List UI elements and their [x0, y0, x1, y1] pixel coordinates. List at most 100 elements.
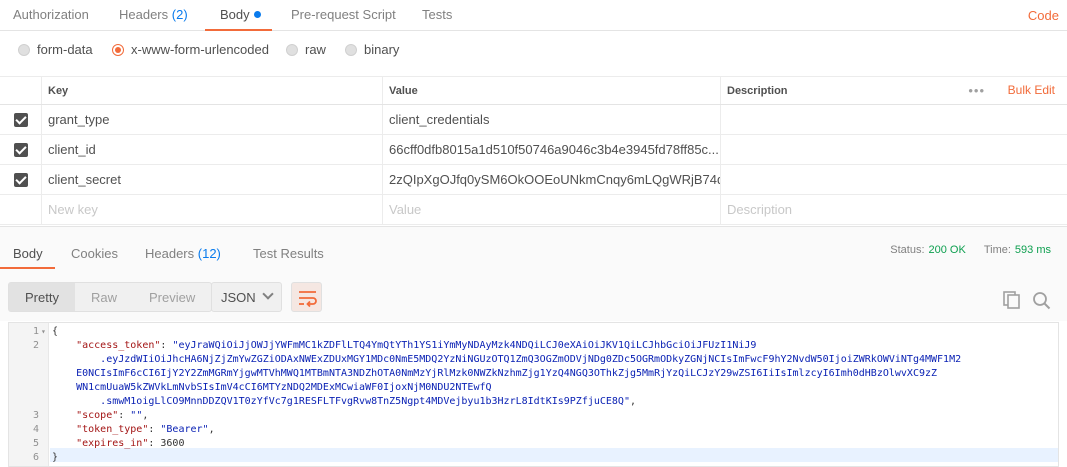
radio-label: form-data — [37, 42, 93, 57]
column-header-value: Value — [382, 77, 720, 104]
radio-label: x-www-form-urlencoded — [131, 42, 269, 57]
code-line: "access_token": "eyJraWQiOiJjOWJjYWFmMC1… — [76, 340, 757, 351]
code-line: "token_type": "Bearer", — [76, 424, 215, 435]
code-line: "expires_in": 3600 — [76, 438, 185, 449]
radio-raw[interactable]: raw — [286, 42, 326, 57]
code-line: .eyJzdWIiOiJhcHA6NjZjZmYwZGZiODAxNWExZDU… — [52, 353, 961, 367]
response-code-editor[interactable]: 1 ▾ 2 3 4 5 6 { "access_token": "eyJraWQ… — [8, 322, 1059, 467]
radio-circle-icon — [345, 43, 357, 56]
table-row: client_secret 2zQIpXgOJfq0ySM6OkOOEoUNkm… — [0, 165, 1067, 195]
param-value-cell[interactable]: 66cff0dfb8015a1d510f50746a9046c3b4e3945f… — [382, 135, 720, 164]
tab-tests[interactable]: Tests — [422, 7, 452, 22]
code-line: { — [52, 325, 58, 339]
radio-binary[interactable]: binary — [345, 42, 399, 57]
wrap-lines-button[interactable] — [291, 282, 322, 312]
tab-headers[interactable]: Headers (2) — [119, 7, 188, 22]
params-table: Key Value Description ••• Bulk Edit gran… — [0, 76, 1067, 225]
json-key: "scope" — [76, 410, 119, 421]
response-tabs: Body Cookies Headers (12) Test Results S… — [0, 226, 1067, 269]
param-key-cell[interactable]: grant_type — [41, 105, 382, 134]
json-brace: { — [52, 326, 59, 337]
json-string: "eyJraWQiOiJjOWJjYWFmMC1kZDFlLTQ4YmQtYTh… — [172, 340, 757, 351]
line-number: 5 — [32, 438, 39, 449]
radio-selected-icon — [112, 43, 124, 56]
row-checkbox[interactable] — [0, 105, 41, 134]
checkbox-checked-icon — [13, 142, 28, 157]
code-line: .smwM1oigLlCO9MnnDDZQV1T0zYfVc7g1RESFLTF… — [100, 396, 637, 407]
new-key-input[interactable]: New key — [41, 195, 382, 224]
response-panel: Body Cookies Headers (12) Test Results S… — [0, 226, 1067, 467]
param-value-cell[interactable]: client_credentials — [382, 105, 720, 134]
response-tab-body[interactable]: Body — [13, 246, 43, 261]
tab-body[interactable]: Body — [220, 7, 261, 22]
tab-headers-label: Headers — [119, 7, 169, 22]
line-number: 3 — [32, 410, 39, 421]
column-header-key: Key — [41, 77, 382, 104]
table-row: client_id 66cff0dfb8015a1d510f50746a9046… — [0, 135, 1067, 165]
time-label: Time: — [983, 244, 1011, 256]
code-line: } — [52, 451, 58, 465]
view-mode-toggle: Pretty Raw Preview — [8, 282, 213, 312]
radio-label: binary — [364, 42, 400, 57]
json-key: "access_token" — [76, 340, 161, 351]
response-tab-headers[interactable]: Headers (12) — [145, 246, 221, 261]
tab-body-label: Body — [220, 7, 250, 22]
active-tab-indicator — [205, 29, 272, 31]
format-select[interactable]: JSON — [211, 282, 282, 312]
code-link[interactable]: Code — [1028, 8, 1059, 23]
param-key-cell[interactable]: client_id — [41, 135, 382, 164]
response-headers-label: Headers — [145, 246, 195, 261]
response-headers-count: (12) — [197, 246, 221, 261]
json-string: WN1cmUuaW5kZWVkLmNvbSIsImV4cCI6MTYzNDQ2M… — [76, 382, 492, 393]
row-checkbox[interactable] — [0, 135, 41, 164]
more-options-icon[interactable]: ••• — [968, 83, 985, 98]
json-string: E0NCIsImF6cCI6IjY2Y2ZmMGRmYjgwMTVhMWQ1MT… — [76, 368, 938, 379]
copy-icon[interactable] — [1003, 291, 1021, 309]
description-header-label: Description — [727, 84, 788, 97]
status-value: 200 OK — [928, 244, 966, 256]
json-brace: } — [52, 452, 59, 463]
param-key-cell[interactable]: client_secret — [41, 165, 382, 194]
code-line: WN1cmUuaW5kZWVkLmNvbSIsImV4cCI6MTYzNDQ2M… — [52, 381, 492, 395]
view-preview-button[interactable]: Preview — [133, 283, 211, 311]
status-label: Status: — [890, 244, 925, 256]
param-value-cell[interactable]: 2zQIpXgOJfq0ySM6OkOOEoUNkmCnqy6mLQgWRjB7… — [382, 165, 720, 194]
json-number: 3600 — [160, 438, 185, 449]
response-status: Status: 200 OK Time: 593 ms — [890, 244, 1051, 256]
line-number: 1 — [32, 326, 39, 337]
json-key: "expires_in" — [76, 438, 149, 449]
format-select-value: JSON — [221, 289, 256, 305]
json-string: "" — [130, 410, 143, 421]
response-toolbar: Pretty Raw Preview JSON — [0, 269, 1067, 321]
code-line: "scope": "", — [76, 410, 149, 421]
radio-form-data[interactable]: form-data — [18, 42, 93, 57]
new-param-row: New key Value Description — [0, 195, 1067, 225]
radio-x-www-form-urlencoded[interactable]: x-www-form-urlencoded — [112, 42, 269, 57]
radio-circle-icon — [18, 43, 30, 56]
line-number: 6 — [32, 452, 39, 463]
view-raw-button[interactable]: Raw — [75, 283, 133, 311]
json-string: "Bearer" — [160, 424, 209, 435]
param-description-cell[interactable] — [720, 105, 1067, 134]
chevron-down-icon — [262, 288, 274, 300]
checkbox-checked-icon — [13, 112, 28, 127]
response-tab-test-results[interactable]: Test Results — [253, 246, 324, 261]
response-tab-cookies[interactable]: Cookies — [71, 246, 118, 261]
tab-authorization[interactable]: Authorization — [13, 7, 89, 22]
param-description-cell[interactable] — [720, 135, 1067, 164]
line-number: 2 — [32, 340, 39, 351]
row-checkbox[interactable] — [0, 165, 41, 194]
search-icon[interactable] — [1032, 291, 1051, 310]
view-pretty-button[interactable]: Pretty — [9, 283, 75, 311]
radio-label: raw — [305, 42, 326, 57]
fold-arrow-icon[interactable]: ▾ — [41, 325, 46, 339]
param-description-cell[interactable] — [720, 165, 1067, 194]
radio-circle-icon — [286, 43, 298, 56]
current-line-highlight — [50, 448, 1058, 462]
bulk-edit-link[interactable]: Bulk Edit — [1008, 83, 1055, 97]
line-number: 4 — [32, 424, 39, 435]
new-description-input[interactable]: Description — [720, 195, 1067, 224]
code-line: E0NCIsImF6cCI6IjY2Y2ZmMGRmYjgwMTVhMWQ1MT… — [52, 367, 937, 381]
tab-prerequest-script[interactable]: Pre-request Script — [291, 7, 396, 22]
new-value-input[interactable]: Value — [382, 195, 720, 224]
